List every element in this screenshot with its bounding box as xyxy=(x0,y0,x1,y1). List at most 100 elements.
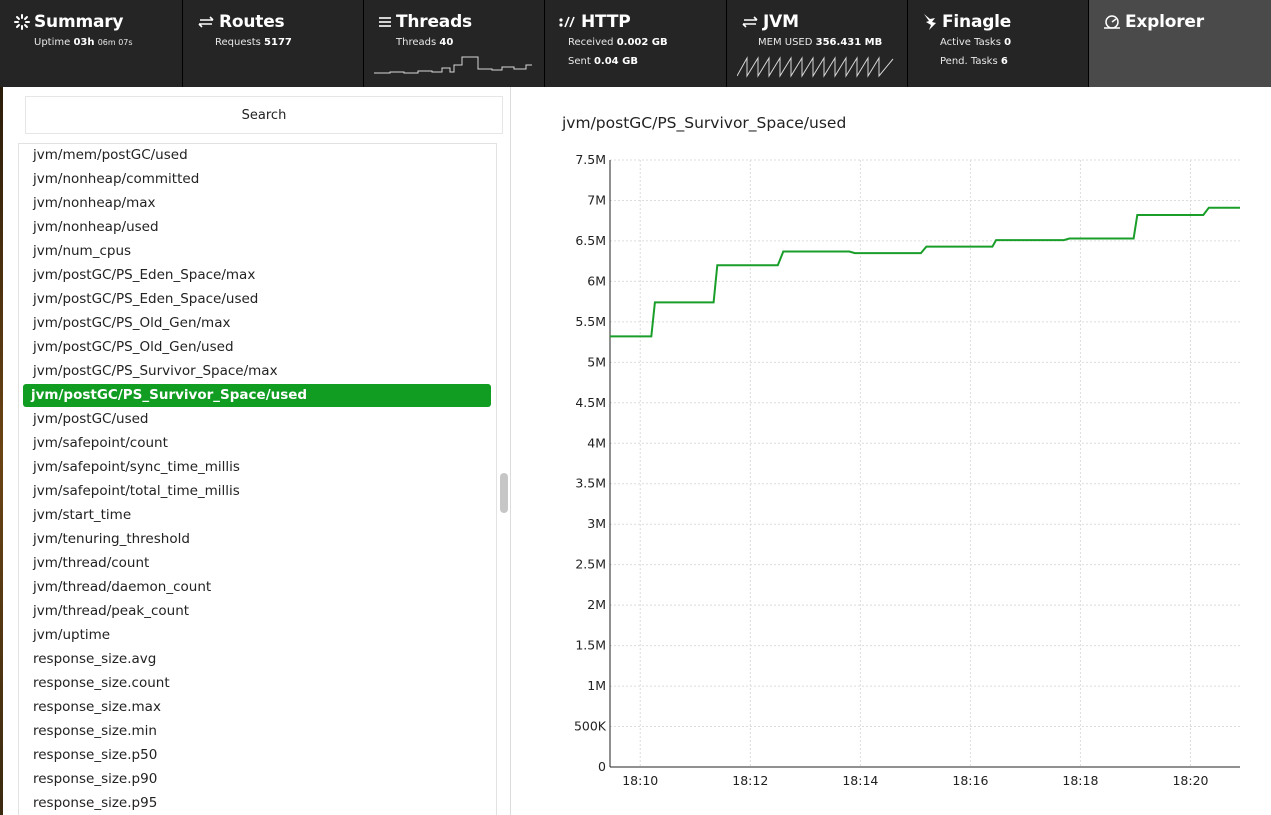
mem-used-label: MEM USED xyxy=(758,37,813,48)
metric-item[interactable]: jvm/thread/daemon_count xyxy=(23,576,491,599)
nav-tile-finagle[interactable]: Finagle Active Tasks 0 Pend. Tasks 6 xyxy=(908,0,1089,87)
sent-stat: Sent 0.04 GB xyxy=(568,56,638,67)
y-tick-label: 0 xyxy=(598,759,606,774)
nav-tile-http[interactable]: HTTP Received 0.002 GB Sent 0.04 GB xyxy=(545,0,727,87)
y-tick-label: 6.5M xyxy=(575,233,606,248)
x-tick-label: 18:16 xyxy=(952,773,988,788)
nav-tile-threads[interactable]: Threads Threads 40 xyxy=(364,0,545,87)
metric-item[interactable]: jvm/mem/postGC/used xyxy=(23,144,491,167)
metric-item[interactable]: jvm/tenuring_threshold xyxy=(23,528,491,551)
x-tick-label: 18:20 xyxy=(1172,773,1208,788)
metric-item[interactable]: jvm/nonheap/max xyxy=(23,192,491,215)
y-tick-label: 5.5M xyxy=(575,314,606,329)
metric-item[interactable]: jvm/safepoint/total_time_millis xyxy=(23,480,491,503)
metric-item[interactable]: response_size.p95 xyxy=(23,792,491,815)
finagle-bird-icon xyxy=(924,14,936,30)
y-tick-label: 4M xyxy=(587,435,606,450)
metric-item[interactable]: jvm/safepoint/sync_time_millis xyxy=(23,456,491,479)
nav-tile-summary[interactable]: Summary Uptime 03h 06m 07s xyxy=(0,0,183,87)
requests-stat: Requests 5177 xyxy=(215,37,292,48)
metric-chart[interactable]: 0 500K 1M 1.5M 2M 2.5M 3M 3.5M 4M 4.5M 5M 5.5M 6M 6.5… xyxy=(540,140,1255,800)
uptime-stat: Uptime 03h 06m 07s xyxy=(34,37,133,48)
routes-arrows-icon xyxy=(198,16,214,28)
metric-item[interactable]: jvm/postGC/PS_Old_Gen/max xyxy=(23,312,491,335)
explorer-gauge-icon xyxy=(1104,15,1120,29)
http-slashes-icon xyxy=(559,16,575,28)
nav-explorer-label: Explorer xyxy=(1125,12,1204,32)
y-tick-label: 3M xyxy=(587,516,606,531)
metric-item[interactable]: jvm/start_time xyxy=(23,504,491,527)
nav-http-label: HTTP xyxy=(581,12,631,32)
metric-item[interactable]: jvm/postGC/PS_Old_Gen/used xyxy=(23,336,491,359)
nav-jvm-title: JVM xyxy=(741,12,799,32)
metric-item[interactable]: response_size.count xyxy=(23,672,491,695)
metric-item[interactable]: response_size.max xyxy=(23,696,491,719)
loading-spinner-icon xyxy=(14,14,30,30)
nav-jvm-label: JVM xyxy=(763,12,799,32)
metric-item[interactable]: response_size.avg xyxy=(23,648,491,671)
y-tick-label: 2.5M xyxy=(575,557,606,572)
sent-value: 0.04 GB xyxy=(593,56,638,67)
nav-tile-explorer[interactable]: Explorer xyxy=(1089,0,1271,87)
metric-item[interactable]: jvm/postGC/PS_Eden_Space/max xyxy=(23,264,491,287)
jvm-arrows-icon xyxy=(742,16,758,28)
active-tasks-stat: Active Tasks 0 xyxy=(940,37,1011,48)
threads-value: 40 xyxy=(439,37,454,48)
nav-tile-routes[interactable]: Routes Requests 5177 xyxy=(183,0,364,87)
nav-summary-label: Summary xyxy=(34,12,124,32)
y-tick-label: 5M xyxy=(587,354,606,369)
metric-item[interactable]: jvm/safepoint/count xyxy=(23,432,491,455)
metric-item[interactable]: jvm/nonheap/used xyxy=(23,216,491,239)
metric-item[interactable]: jvm/postGC/used xyxy=(23,408,491,431)
y-tick-label: 7.5M xyxy=(575,152,606,167)
x-tick-label: 18:18 xyxy=(1062,773,1098,788)
nav-routes-title: Routes xyxy=(197,12,285,32)
threads-label: Threads xyxy=(396,37,437,48)
metric-item[interactable]: jvm/uptime xyxy=(23,624,491,647)
top-nav: Summary Uptime 03h 06m 07s Routes Reques… xyxy=(0,0,1271,87)
metric-item[interactable]: response_size.min xyxy=(23,720,491,743)
jvm-memory-sparkline xyxy=(737,56,894,78)
nav-summary-title: Summary xyxy=(14,12,124,32)
pending-tasks-stat: Pend. Tasks 6 xyxy=(940,56,1008,67)
metric-item-selected[interactable]: jvm/postGC/PS_Survivor_Space/used xyxy=(23,384,491,407)
y-tick-label: 2M xyxy=(587,597,606,612)
metric-item[interactable]: jvm/thread/count xyxy=(23,552,491,575)
metric-item[interactable]: jvm/num_cpus xyxy=(23,240,491,263)
chart-title: jvm/postGC/PS_Survivor_Space/used xyxy=(562,114,847,132)
metric-item[interactable]: jvm/postGC/PS_Survivor_Space/max xyxy=(23,360,491,383)
pending-tasks-value: 6 xyxy=(1000,56,1008,67)
search-input[interactable] xyxy=(26,97,502,133)
threads-sparkline xyxy=(374,56,532,74)
metric-item[interactable]: response_size.p90 xyxy=(23,768,491,791)
metric-item[interactable]: jvm/nonheap/committed xyxy=(23,168,491,191)
nav-tile-jvm[interactable]: JVM MEM USED 356.431 MB xyxy=(727,0,908,87)
metric-item[interactable]: jvm/thread/peak_count xyxy=(23,600,491,623)
mem-used-stat: MEM USED 356.431 MB xyxy=(758,37,882,48)
nav-http-title: HTTP xyxy=(559,12,631,32)
pending-tasks-label: Pend. Tasks xyxy=(940,56,998,67)
requests-value: 5177 xyxy=(264,37,292,48)
nav-threads-label: Threads xyxy=(396,12,472,32)
nav-threads-title: Threads xyxy=(378,12,472,32)
y-tick-label: 4.5M xyxy=(575,395,606,410)
uptime-sub: 06m 07s xyxy=(97,38,133,47)
metric-item[interactable]: response_size.p50 xyxy=(23,744,491,767)
x-tick-label: 18:10 xyxy=(622,773,658,788)
x-tick-label: 18:12 xyxy=(732,773,768,788)
uptime-label: Uptime xyxy=(34,37,71,48)
y-tick-label: 3.5M xyxy=(575,476,606,491)
received-stat: Received 0.002 GB xyxy=(568,37,668,48)
threads-stat: Threads 40 xyxy=(396,37,453,48)
metric-item[interactable]: jvm/postGC/PS_Eden_Space/used xyxy=(23,288,491,311)
y-tick-label: 1.5M xyxy=(575,638,606,653)
nav-routes-label: Routes xyxy=(219,12,285,32)
y-tick-label: 7M xyxy=(587,192,606,207)
y-tick-label: 1M xyxy=(587,678,606,693)
sent-label: Sent xyxy=(568,56,591,67)
nav-explorer-title: Explorer xyxy=(1103,12,1204,32)
metric-list[interactable]: jvm/mem/postGC/used jvm/nonheap/committed… xyxy=(18,143,497,815)
received-label: Received xyxy=(568,37,614,48)
metric-list-scrollbar[interactable] xyxy=(500,473,508,513)
search-box xyxy=(25,96,503,134)
